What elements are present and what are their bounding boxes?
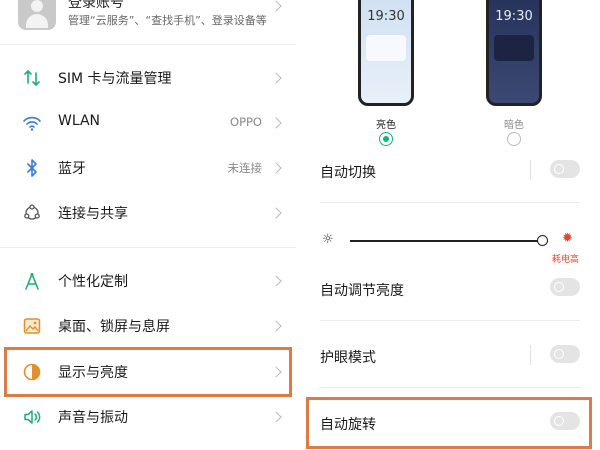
account-title: 登录账号 [68,0,124,11]
preview-time: 19:30 [367,9,405,24]
compass-icon [22,271,42,291]
settings-item-bluetooth[interactable]: 蓝牙 未连接 [0,146,296,190]
settings-list: 登录账号 管理“云服务”、“查找手机”、登录设备等 SIM 卡与流量管理 WLA… [0,0,296,450]
settings-item-personalization[interactable]: 个性化定制 [0,259,296,303]
eye-care-row: 护眼模式 [304,333,584,377]
divider [530,160,531,180]
wallpaper-icon [22,316,42,336]
wlan-status: OPPO [230,115,262,129]
preview-card [366,35,406,61]
settings-item-home-lock-screen[interactable]: 桌面、锁屏与息屏 [0,304,296,348]
high-brightness-icon: ✹ [562,231,573,246]
brightness-slider[interactable]: ☼ ✹ 耗电高 [304,230,600,265]
chevron-right-icon [270,72,282,84]
divider [320,202,580,203]
chevron-right-icon [270,275,282,287]
preview-time: 19:30 [495,9,533,24]
light-mode-preview[interactable]: 19:30 [358,0,414,106]
settings-item-label: 声音与振动 [58,410,128,426]
sound-icon [22,407,42,427]
low-brightness-icon: ☼ [322,232,334,247]
brightness-thumb[interactable] [537,235,549,246]
auto-switch-toggle[interactable] [550,160,580,178]
settings-item-label: WLAN [58,113,101,129]
eye-care-label: 护眼模式 [320,350,376,366]
share-icon [22,203,42,223]
divider [320,387,580,388]
settings-item-label: 个性化定制 [58,274,128,290]
bluetooth-status: 未连接 [227,161,263,175]
settings-item-label: 蓝牙 [58,161,86,177]
highlight-box [4,347,292,397]
chevron-right-icon [270,0,282,12]
auto-brightness-row: 自动调节亮度 [304,266,584,310]
divider [530,345,531,365]
sim-icon [22,68,42,88]
bluetooth-icon [22,158,42,178]
display-brightness-panel: 19:30 19:30 亮色 暗色 自动切换 ☼ ✹ 耗电高 自动调节亮度 护眼… [304,0,600,450]
settings-item-sound-vibration[interactable]: 声音与振动 [0,395,296,439]
chevron-right-icon [270,411,282,423]
chevron-right-icon [270,117,282,129]
chevron-right-icon [270,162,282,174]
highlight-box [306,397,592,449]
wifi-icon [22,113,42,133]
settings-item-connect-share[interactable]: 连接与共享 [0,191,296,235]
settings-item-wlan[interactable]: WLAN OPPO [0,101,296,145]
dark-mode-preview[interactable]: 19:30 [486,0,542,106]
preview-card [494,35,534,61]
settings-item-sim[interactable]: SIM 卡与流量管理 [0,56,296,100]
account-entry[interactable]: 登录账号 管理“云服务”、“查找手机”、登录设备等 [0,0,296,42]
light-mode-radio[interactable] [379,132,393,146]
auto-brightness-label: 自动调节亮度 [320,283,404,299]
dark-mode-radio[interactable] [507,132,521,146]
settings-item-label: 桌面、锁屏与息屏 [58,319,170,335]
divider [0,247,296,248]
settings-item-label: 连接与共享 [58,206,128,222]
auto-brightness-toggle[interactable] [550,278,580,296]
light-mode-label: 亮色 [376,120,396,131]
auto-switch-row: 自动切换 [304,148,584,192]
divider [320,320,580,321]
account-subtitle: 管理“云服务”、“查找手机”、登录设备等 [68,14,267,27]
chevron-right-icon [270,207,282,219]
eye-care-toggle[interactable] [550,345,580,363]
avatar [18,0,56,30]
brightness-track[interactable] [350,240,548,242]
auto-switch-label: 自动切换 [320,165,376,181]
power-warning: 耗电高 [552,255,580,265]
settings-item-label: SIM 卡与流量管理 [58,71,172,87]
chevron-right-icon [270,320,282,332]
dark-mode-label: 暗色 [504,120,524,131]
divider [0,44,296,45]
